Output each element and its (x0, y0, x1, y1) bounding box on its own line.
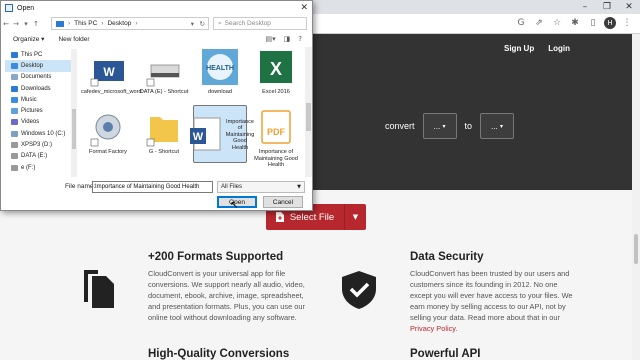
svg-text:X: X (270, 59, 282, 79)
file-item-selected[interactable]: W Importance of Maintaining Good Health (189, 105, 254, 163)
file-item[interactable]: DATA (E) - Shortcut (137, 47, 191, 96)
select-file-label: Select File (289, 211, 335, 223)
navigation-pane: This PC Desktop Documents Downloads Musi… (5, 49, 71, 177)
dialog-titlebar: Open (1, 1, 312, 15)
nav-item-videos[interactable]: Videos (5, 117, 71, 128)
sign-up-link[interactable]: Sign Up (504, 44, 534, 53)
nav-item-pictures[interactable]: Pictures (5, 105, 71, 116)
excel-icon: X (256, 47, 296, 87)
folder-shortcut-icon (144, 107, 184, 147)
star-icon[interactable]: ☆ (550, 16, 564, 30)
file-item[interactable]: HEALTH download (193, 47, 247, 96)
sidebar-icon[interactable]: ▯ (586, 16, 600, 30)
open-file-dialog: Open ✕ ← → ▾ ↑ › This PC › Desktop › ▾ ↻… (0, 0, 313, 211)
feature-text-security: CloudConvert has been trusted by our use… (410, 269, 573, 333)
folder-icon (5, 4, 13, 12)
svg-text:PDF: PDF (267, 127, 286, 137)
svg-text:W: W (193, 131, 204, 143)
feature-text-formats: CloudConvert is your universal app for f… (148, 269, 305, 322)
files-scrollbar[interactable] (305, 47, 312, 177)
nav-scrollbar[interactable] (71, 49, 77, 177)
share-icon[interactable]: ⇗ (532, 16, 546, 30)
feature-title-api: Powerful API (410, 348, 481, 360)
file-type-select[interactable]: All Files ▼ (217, 181, 305, 193)
help-icon[interactable]: ? (298, 35, 302, 43)
nav-item-downloads[interactable]: Downloads (5, 83, 71, 94)
files-icon (84, 270, 114, 308)
extensions-icon[interactable]: ✱ (568, 16, 582, 30)
file-list: W cafedev_microsoft_word DATA (E) - Shor… (81, 47, 305, 177)
file-item[interactable]: W cafedev_microsoft_word (81, 47, 142, 96)
file-name-label: File name: (65, 183, 96, 190)
convert-row: convert ... ▾ to ... ▾ (385, 113, 515, 139)
word-document-icon: W (186, 114, 226, 154)
page-scrollbar[interactable] (632, 34, 640, 360)
refresh-icon[interactable]: ↻ (200, 20, 205, 28)
privacy-policy-link[interactable]: Privacy Policy (410, 324, 455, 333)
new-folder-button[interactable]: New folder (58, 36, 89, 43)
command-bar: Organize ▾ New folder ▤▾ ◨ ? (1, 33, 312, 45)
mouse-cursor: ↖ (230, 200, 239, 211)
shield-check-icon (342, 271, 376, 309)
menu-icon[interactable]: ⋮ (620, 16, 634, 30)
organize-button[interactable]: Organize ▾ (13, 35, 44, 43)
nav-item-c-drive[interactable]: Windows 10 (C:) (5, 128, 71, 139)
up-arrow-icon[interactable]: ↑ (31, 20, 41, 28)
chevron-down-icon[interactable]: ▾ (191, 20, 194, 28)
pc-icon (56, 20, 64, 27)
nav-item-e-drive[interactable]: DATA (E:) (5, 151, 71, 162)
word-icon: W (88, 47, 128, 87)
profile-avatar[interactable]: H (604, 17, 616, 29)
app-icon (88, 107, 128, 147)
google-icon[interactable]: G (514, 16, 528, 30)
search-input[interactable]: ⌕ Search Desktop (213, 17, 307, 30)
nav-item-music[interactable]: Music (5, 94, 71, 105)
feature-title-quality: High-Quality Conversions (148, 348, 290, 360)
file-add-icon (275, 212, 284, 222)
feature-title-security: Data Security (410, 251, 484, 263)
window-controls: – ❐ ✕ (574, 0, 640, 14)
search-icon: ⌕ (218, 19, 222, 27)
nav-item-d-drive[interactable]: XPSP3 (D:) (5, 139, 71, 150)
breadcrumb-this-pc[interactable]: This PC (74, 20, 97, 27)
nav-item-desktop[interactable]: Desktop (5, 60, 71, 72)
image-icon: HEALTH (200, 47, 240, 87)
file-item[interactable]: G - Shortcut (137, 107, 191, 156)
cancel-button[interactable]: Cancel (263, 196, 303, 208)
nav-item-documents[interactable]: Documents (5, 72, 71, 83)
svg-text:W: W (103, 65, 115, 79)
from-format-select[interactable]: ... ▾ (422, 113, 457, 139)
chevron-down-icon[interactable]: ▾ (21, 20, 31, 28)
feature-title-formats: +200 Formats Supported (148, 251, 284, 263)
address-row: ← → ▾ ↑ › This PC › Desktop › ▾ ↻ ⌕ Sear… (1, 16, 312, 32)
forward-icon[interactable]: → (11, 20, 21, 28)
file-name-row: File name: Importance of Maintaining Goo… (1, 181, 312, 193)
site-nav: Sign Up Login (504, 44, 570, 53)
close-icon[interactable]: ✕ (300, 2, 308, 13)
drive-shortcut-icon (144, 47, 184, 87)
file-name-input[interactable]: Importance of Maintaining Good Health (92, 181, 213, 193)
pdf-icon: PDF (256, 107, 296, 147)
maximize-button[interactable]: ❐ (596, 0, 618, 14)
breadcrumb-desktop[interactable]: Desktop (107, 20, 131, 27)
back-icon[interactable]: ← (1, 20, 11, 28)
to-label: to (464, 121, 473, 131)
convert-label: convert (385, 121, 415, 131)
login-link[interactable]: Login (548, 44, 570, 53)
file-item[interactable]: PDF Importance of Maintaining Good Healt… (249, 107, 303, 169)
file-item[interactable]: Format Factory (81, 107, 135, 156)
to-format-select[interactable]: ... ▾ (480, 113, 515, 139)
view-options-icon[interactable]: ▤▾ (266, 35, 276, 43)
svg-text:HEALTH: HEALTH (206, 65, 234, 72)
nav-item-f-drive[interactable]: e (F:) (5, 162, 71, 173)
address-bar[interactable]: › This PC › Desktop › ▾ ↻ (51, 17, 209, 30)
dialog-title: Open (17, 4, 35, 12)
close-window-button[interactable]: ✕ (618, 0, 640, 14)
chevron-down-icon[interactable]: ▼ (344, 204, 366, 230)
file-item[interactable]: X Excel 2016 (249, 47, 303, 96)
nav-item-this-pc[interactable]: This PC (5, 49, 71, 60)
minimize-button[interactable]: – (574, 0, 596, 14)
preview-pane-icon[interactable]: ◨ (284, 35, 291, 43)
